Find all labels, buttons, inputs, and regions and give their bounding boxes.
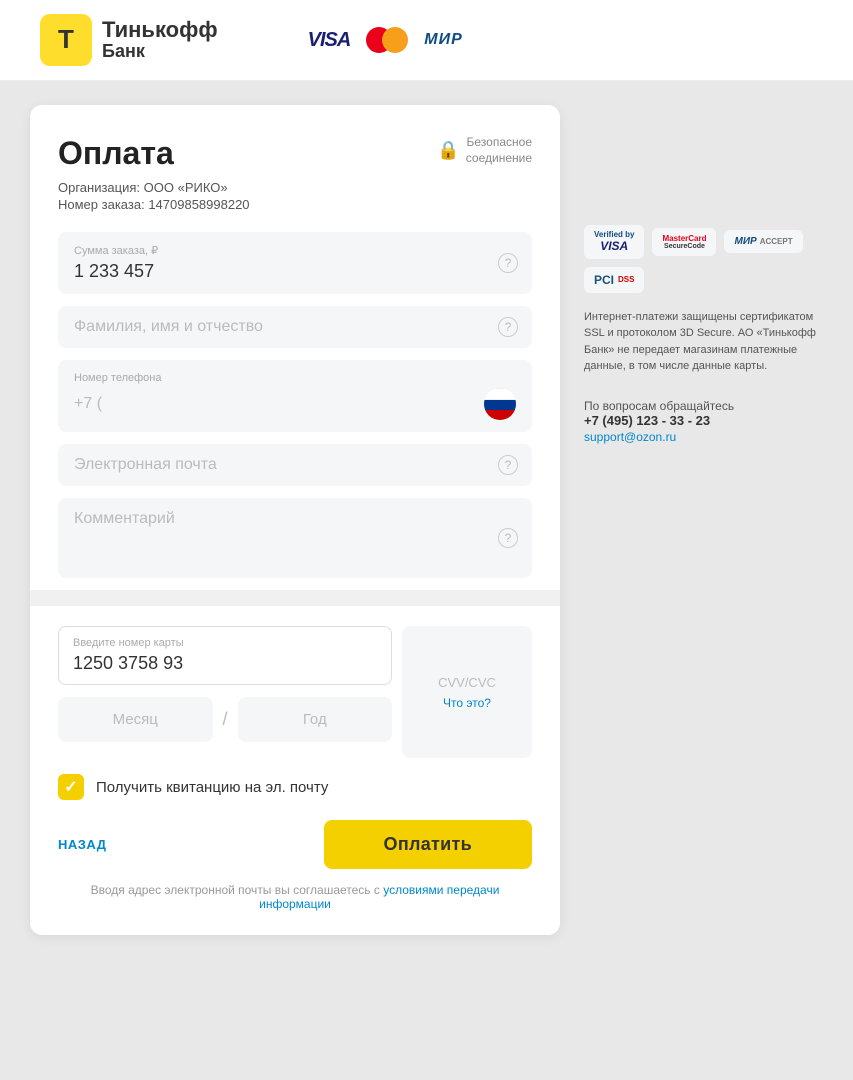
card-payment-section: Введите номер карты 1250 3758 93 Месяц /…: [58, 606, 532, 911]
card-divider: [30, 590, 560, 606]
name-help-icon[interactable]: ?: [498, 317, 518, 337]
org-info: Организация: ООО «РИКО»: [58, 180, 532, 195]
order-info: Номер заказа: 14709858998220: [58, 197, 532, 212]
cvv-label: CVV/CVC: [438, 675, 496, 690]
amount-value: 1 233 457: [74, 261, 516, 282]
card-number-label: Введите номер карты: [73, 637, 377, 649]
phone-label: Номер телефона: [74, 372, 516, 384]
phone-value: +7 (: [74, 395, 484, 413]
comment-field[interactable]: Комментарий ?: [58, 498, 532, 578]
support-phone: +7 (495) 123 - 33 - 23: [584, 413, 823, 428]
mastercard-securecode-badge: MasterCard SecureCode: [652, 228, 716, 256]
security-logos: Verified by VISA MasterCard SecureCode М…: [584, 225, 823, 293]
bank-name-line2: Банк: [102, 42, 218, 62]
phone-input-row: +7 (: [74, 388, 516, 420]
amount-help-icon[interactable]: ?: [498, 253, 518, 273]
card-number-value: 1250 3758 93: [73, 653, 377, 674]
visa-logo: VISA: [308, 29, 351, 52]
email-placeholder: Электронная почта: [74, 456, 516, 474]
name-field[interactable]: Фамилия, имя и отчество ?: [58, 306, 532, 348]
receipt-checkbox-row[interactable]: ✓ Получить квитанцию на эл. почту: [58, 770, 532, 800]
page-title: Оплата: [58, 135, 174, 172]
year-input[interactable]: Год: [238, 697, 393, 742]
tinkoff-logo-icon: Т: [40, 14, 92, 66]
secure-label: Безопасное соединение: [466, 135, 532, 166]
bank-name: Тинькофф Банк: [102, 18, 218, 62]
mastercard-logo: [366, 27, 408, 53]
terms-text: Вводя адрес электронной почты вы соглаша…: [58, 883, 532, 911]
amount-label: Сумма заказа, ₽: [74, 244, 516, 257]
payment-card: Оплата 🔒 Безопасное соединение Организац…: [30, 105, 560, 935]
action-row: НАЗАД Оплатить: [58, 820, 532, 869]
expiry-slash: /: [223, 709, 228, 730]
main-container: Оплата 🔒 Безопасное соединение Организац…: [0, 81, 853, 959]
payment-method-logos: VISA МИР: [308, 27, 463, 53]
pci-dss-badge: PCI DSS: [584, 267, 644, 293]
support-label: По вопросам обращайтесь: [584, 399, 823, 413]
back-button[interactable]: НАЗАД: [58, 837, 107, 852]
email-help-icon[interactable]: ?: [498, 455, 518, 475]
svg-text:Т: Т: [58, 24, 74, 54]
cvv-what-link[interactable]: Что это?: [443, 696, 491, 710]
bank-logo: Т Тинькофф Банк: [40, 14, 218, 66]
mir-logo: МИР: [424, 31, 463, 49]
lock-icon: 🔒: [437, 139, 459, 162]
receipt-label: Получить квитанцию на эл. почту: [96, 779, 328, 796]
card-inputs-row: Введите номер карты 1250 3758 93 Месяц /…: [58, 626, 532, 758]
card-number-wrapper: Введите номер карты 1250 3758 93 Месяц /…: [58, 626, 392, 758]
amount-field[interactable]: Сумма заказа, ₽ 1 233 457 ?: [58, 232, 532, 294]
security-info-text: Интернет-платежи защищены сертификатом S…: [584, 309, 823, 375]
pay-button[interactable]: Оплатить: [324, 820, 532, 869]
comment-placeholder: Комментарий: [74, 510, 516, 528]
mir-accept-badge: МИР ACCEPT: [724, 230, 802, 253]
secure-badge: 🔒 Безопасное соединение: [437, 135, 532, 166]
checkmark-icon: ✓: [64, 777, 77, 797]
name-placeholder: Фамилия, имя и отчество: [74, 318, 516, 336]
month-input[interactable]: Месяц: [58, 697, 213, 742]
bank-name-line1: Тинькофф: [102, 18, 218, 42]
receipt-checkbox[interactable]: ✓: [58, 774, 84, 800]
cvv-box[interactable]: CVV/CVC Что это?: [402, 626, 532, 758]
support-email[interactable]: support@ozon.ru: [584, 430, 676, 444]
header: Т Тинькофф Банк VISA МИР: [0, 0, 853, 81]
russia-flag-icon[interactable]: [484, 388, 516, 420]
right-panel: Verified by VISA MasterCard SecureCode М…: [560, 105, 823, 446]
phone-field[interactable]: Номер телефона +7 (: [58, 360, 532, 432]
mc-right-circle: [382, 27, 408, 53]
expiry-row: Месяц / Год: [58, 697, 392, 742]
email-field[interactable]: Электронная почта ?: [58, 444, 532, 486]
verified-by-visa-badge: Verified by VISA: [584, 225, 644, 259]
card-header: Оплата 🔒 Безопасное соединение: [58, 135, 532, 172]
card-number-field[interactable]: Введите номер карты 1250 3758 93: [58, 626, 392, 685]
support-section: По вопросам обращайтесь +7 (495) 123 - 3…: [584, 391, 823, 446]
comment-help-icon[interactable]: ?: [498, 528, 518, 548]
